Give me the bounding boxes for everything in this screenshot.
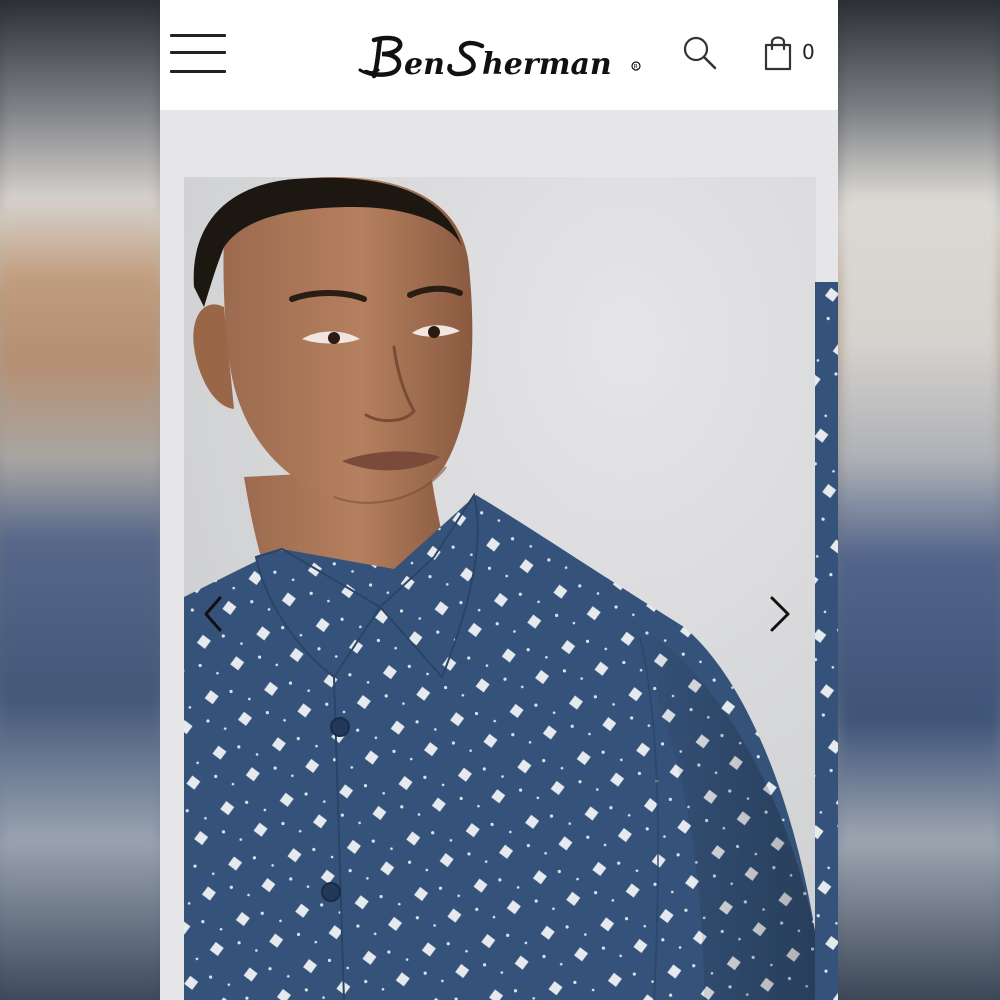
brand-logo[interactable]: en herman R bbox=[358, 30, 644, 82]
shopping-bag-icon[interactable] bbox=[760, 33, 800, 73]
hamburger-menu-icon[interactable] bbox=[170, 32, 226, 76]
site-header: en herman R 0 bbox=[160, 0, 838, 110]
blurred-background-left bbox=[0, 0, 160, 1000]
next-product-image-peek[interactable] bbox=[815, 282, 838, 1000]
search-icon[interactable] bbox=[680, 33, 720, 73]
svg-text:en: en bbox=[404, 47, 445, 82]
cart-count: 0 bbox=[802, 40, 815, 64]
blurred-background-right bbox=[840, 0, 1000, 1000]
svg-text:herman: herman bbox=[482, 47, 612, 82]
product-image[interactable] bbox=[184, 177, 816, 1000]
chevron-left-icon[interactable] bbox=[194, 584, 234, 644]
phone-screen: en herman R 0 bbox=[160, 0, 838, 1000]
chevron-right-icon[interactable] bbox=[760, 584, 800, 644]
svg-text:R: R bbox=[634, 63, 638, 70]
